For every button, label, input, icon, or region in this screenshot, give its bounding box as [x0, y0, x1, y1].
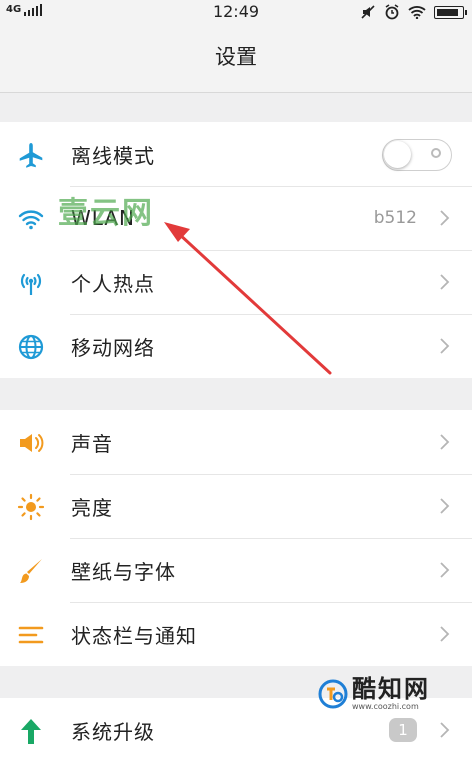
chevron-right-icon — [440, 722, 450, 738]
coozhi-logo-icon — [318, 679, 348, 708]
watermark-url: www.coozhi.com — [352, 702, 419, 711]
update-count-badge: 1 — [389, 718, 417, 742]
status-bar: 4G 12:49 — [0, 0, 472, 26]
chevron-right-icon — [440, 626, 450, 642]
settings-group-display: 声音 亮度 壁纸与字体 状态栏与通知 — [0, 410, 472, 666]
connected-network: b512 — [373, 208, 417, 228]
setting-label: 壁纸与字体 — [71, 559, 176, 584]
wifi-status-icon — [408, 6, 426, 19]
status-icons — [360, 4, 467, 20]
mute-icon — [361, 5, 375, 19]
globe-icon — [16, 332, 46, 362]
setting-sound[interactable]: 声音 — [0, 410, 472, 474]
brightness-icon — [16, 492, 46, 522]
setting-label: 亮度 — [71, 495, 113, 520]
wifi-icon — [16, 204, 46, 234]
setting-statusbar-notifications[interactable]: 状态栏与通知 — [0, 602, 472, 666]
chevron-right-icon — [440, 434, 450, 450]
chevron-right-icon — [440, 498, 450, 514]
setting-airplane-mode[interactable]: 离线模式 — [0, 122, 472, 186]
setting-label: 系统升级 — [71, 719, 155, 744]
page-title: 设置 — [0, 26, 472, 93]
chevron-right-icon — [440, 274, 450, 290]
chevron-right-icon — [440, 562, 450, 578]
settings-group-network: 离线模式 WLAN b512 个人热点 移动网络 — [0, 122, 472, 378]
toggle-knob — [384, 141, 411, 168]
setting-label: 个人热点 — [71, 271, 155, 296]
chevron-right-icon — [440, 338, 450, 354]
battery-icon — [434, 5, 467, 19]
chevron-right-icon — [440, 210, 450, 226]
airplane-icon — [16, 140, 46, 170]
setting-label: 状态栏与通知 — [71, 623, 197, 648]
setting-label: 声音 — [71, 431, 113, 456]
watermark-bottom: 酷知网 www.coozhi.com — [318, 676, 430, 711]
hotspot-icon — [16, 268, 46, 298]
upgrade-arrow-icon — [16, 716, 46, 746]
alarm-icon — [385, 4, 399, 20]
toggle-off-indicator — [431, 148, 441, 158]
setting-label: 移动网络 — [71, 335, 155, 360]
airplane-mode-toggle[interactable] — [382, 139, 452, 171]
brush-icon — [16, 556, 46, 586]
setting-hotspot[interactable]: 个人热点 — [0, 250, 472, 314]
setting-mobile-network[interactable]: 移动网络 — [0, 314, 472, 378]
menu-lines-icon — [16, 620, 46, 650]
setting-label: 离线模式 — [71, 143, 155, 168]
watermark-title: 酷知网 — [352, 675, 430, 703]
setting-brightness[interactable]: 亮度 — [0, 474, 472, 538]
speaker-icon — [16, 428, 46, 458]
setting-wallpaper-font[interactable]: 壁纸与字体 — [0, 538, 472, 602]
watermark-top: 壹云网 — [58, 196, 154, 231]
